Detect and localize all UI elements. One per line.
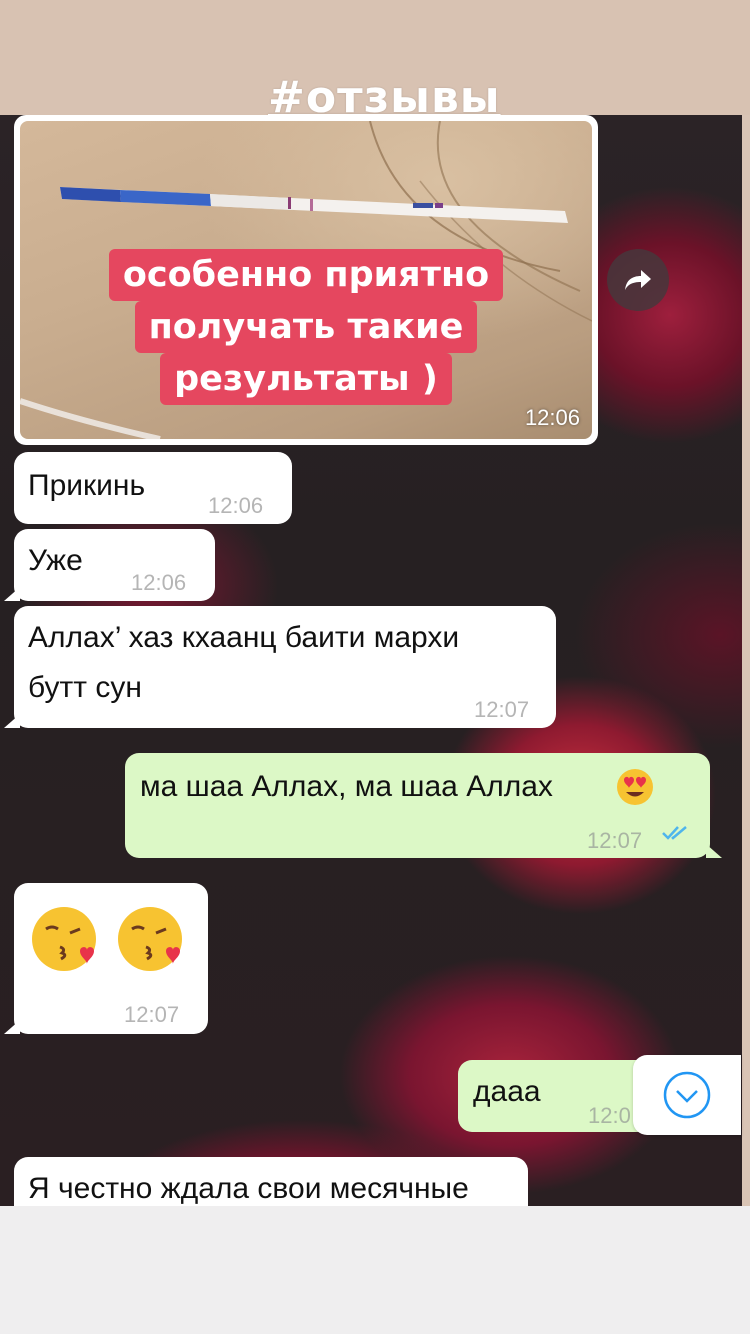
bubble-tail: [4, 587, 20, 601]
photo-caption: особенно приятно получать такие результа…: [20, 249, 592, 405]
message-time: 12:0: [588, 1103, 631, 1128]
chevron-down-circle-icon: [663, 1071, 711, 1119]
message-text-line-2: бутт сун: [28, 671, 142, 704]
bubble-tail: [4, 714, 20, 728]
message-bubble[interactable]: 12:07: [4, 883, 208, 1034]
forward-button[interactable]: [607, 249, 669, 311]
message-bubble[interactable]: Аллах’ хаз кхаанц баити мархи бутт сун 1…: [4, 606, 556, 728]
message-time: 12:06: [524, 405, 580, 430]
message-time: 12:07: [474, 697, 530, 722]
message-time: 12:06: [131, 570, 187, 595]
message-text: Я честно ждала свои месячные: [28, 1172, 469, 1205]
message-time: 12:07: [124, 1002, 180, 1027]
message-text: ма шаа Аллах, ма шаа Аллах: [140, 770, 553, 803]
message-bubble[interactable]: Я честно ждала свои месячные: [14, 1157, 528, 1206]
caption-line-1: особенно приятно: [108, 249, 504, 301]
message-bubble[interactable]: Уже 12:06: [4, 529, 215, 601]
image-message[interactable]: особенно приятно получать такие результа…: [14, 115, 598, 445]
message-text: дааа: [473, 1075, 541, 1108]
bubble-tail: [706, 844, 722, 858]
message-text: Прикинь: [28, 469, 146, 502]
message-time: 12:06: [208, 493, 264, 518]
message-text: Уже: [28, 544, 83, 577]
caption-line-3: результаты ): [160, 353, 452, 405]
message-bubble[interactable]: ма шаа Аллах, ма шаа Аллах 12:07: [125, 753, 722, 858]
bubble-tail: [4, 1020, 20, 1034]
message-text-line-1: Аллах’ хаз кхаанц баити мархи: [28, 621, 460, 654]
message-bubble[interactable]: дааа 12:0: [458, 1060, 658, 1132]
double-check-icon: [662, 826, 687, 840]
face-blowing-kiss-emoji-icon: [32, 907, 96, 971]
message-bubble[interactable]: Прикинь 12:06: [14, 452, 292, 524]
heart-eyes-emoji-icon: [617, 769, 653, 805]
caption-line-2: получать такие: [134, 301, 478, 353]
test-photo[interactable]: особенно приятно получать такие результа…: [20, 121, 592, 439]
face-blowing-kiss-emoji-icon: [118, 907, 182, 971]
story-bottom-band: [0, 1206, 750, 1334]
forward-arrow-icon: [625, 270, 651, 290]
message-time: 12:07: [587, 828, 643, 853]
scroll-to-bottom-button[interactable]: [633, 1055, 741, 1135]
